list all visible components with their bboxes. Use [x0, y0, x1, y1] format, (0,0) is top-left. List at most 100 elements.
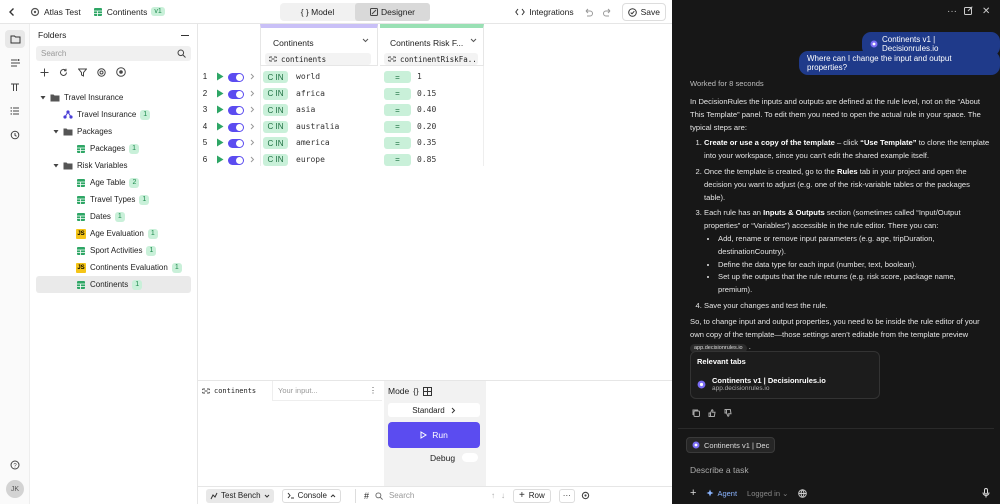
condition-value[interactable]: europe	[296, 155, 325, 164]
target-icon[interactable]	[97, 67, 106, 77]
filter-icon[interactable]	[78, 68, 87, 77]
test-bench-toggle[interactable]: Test Bench	[206, 488, 274, 503]
agent-mode-button[interactable]: Agent	[706, 489, 737, 498]
undo-icon[interactable]	[584, 8, 593, 17]
play-icon[interactable]	[216, 72, 224, 81]
table-mode-icon[interactable]	[422, 386, 432, 396]
table-row[interactable]: 2 C IN africa = 0.15	[198, 87, 672, 101]
play-icon[interactable]	[216, 155, 224, 164]
breadcrumb-doc[interactable]: Continents v1	[87, 7, 171, 17]
expand-all-icon[interactable]	[40, 68, 49, 77]
condition-value[interactable]: australia	[296, 122, 339, 131]
play-icon[interactable]	[216, 138, 224, 147]
thumbs-down-icon[interactable]	[724, 409, 732, 417]
tree-item[interactable]: JS Continents Evaluation 1	[30, 259, 197, 276]
condition-operator[interactable]: C IN	[263, 71, 288, 83]
history-icon[interactable]	[5, 126, 25, 144]
flow-icon[interactable]	[5, 54, 25, 72]
tree-item[interactable]: Travel Types 1	[30, 191, 197, 208]
task-input[interactable]: Describe a task	[690, 465, 749, 475]
output-column-header[interactable]: Continents Risk F... continentRiskFa...	[380, 24, 484, 66]
more-horizontal-icon[interactable]: ···	[947, 6, 957, 17]
table-row[interactable]: 5 C IN america = 0.35	[198, 136, 672, 150]
chevron-down-icon[interactable]	[53, 163, 59, 168]
run-button[interactable]: Run	[388, 422, 480, 448]
relevant-tab-item[interactable]: Continents v1 | Decisionrules.io app.dec…	[697, 376, 826, 392]
tab-model[interactable]: { } Model	[280, 3, 355, 21]
tree-item[interactable]: Packages	[30, 123, 197, 140]
rule-toggle[interactable]	[228, 89, 244, 99]
debug-toggle[interactable]	[462, 453, 478, 462]
condition-operator[interactable]: C IN	[263, 153, 288, 166]
refresh-icon[interactable]	[59, 68, 68, 77]
table-row[interactable]: 6 C IN europe = 0.85	[198, 153, 672, 167]
add-circle-icon[interactable]	[116, 67, 126, 77]
tree-item[interactable]: Age Table 2	[30, 174, 197, 191]
table-row[interactable]: 1 C IN world = 1	[198, 70, 672, 84]
output-operator[interactable]: =	[384, 137, 411, 149]
tree-item[interactable]: Sport Activities 1	[30, 242, 197, 259]
condition-value[interactable]: asia	[296, 105, 315, 114]
rule-toggle[interactable]	[228, 106, 244, 115]
redo-icon[interactable]	[602, 8, 612, 17]
output-attribute-chip[interactable]: continentRiskFa...	[384, 53, 478, 65]
logged-in-select[interactable]: Logged in ⌄	[747, 489, 788, 498]
condition-value[interactable]: america	[296, 138, 330, 147]
condition-operator[interactable]: C IN	[263, 120, 288, 133]
output-operator[interactable]: =	[384, 87, 411, 100]
arrow-down-icon[interactable]: ↓	[501, 491, 505, 500]
plus-icon[interactable]: +	[690, 487, 696, 499]
output-value[interactable]: 1	[417, 72, 422, 81]
list-icon[interactable]	[5, 102, 25, 120]
output-operator[interactable]: =	[384, 153, 411, 166]
tree-item[interactable]: Dates 1	[30, 208, 197, 225]
condition-value[interactable]: world	[296, 72, 320, 81]
pi-icon[interactable]	[5, 78, 25, 96]
microphone-icon[interactable]	[982, 488, 990, 498]
chevron-down-icon[interactable]	[362, 38, 369, 43]
back-icon[interactable]	[0, 0, 24, 24]
close-icon[interactable]: ✕	[982, 6, 990, 17]
play-icon[interactable]	[216, 89, 224, 98]
rule-toggle[interactable]	[228, 139, 244, 148]
help-icon[interactable]: ?	[5, 456, 25, 474]
chevron-down-icon[interactable]	[470, 38, 477, 43]
breadcrumb-project[interactable]: Atlas Test	[24, 7, 87, 17]
chevron-right-icon[interactable]	[250, 106, 255, 113]
tree-item[interactable]: Travel Insurance 1	[30, 106, 197, 123]
context-chip[interactable]: Continents v1 | Dec	[686, 437, 776, 453]
copy-icon[interactable]	[692, 409, 700, 417]
input-column-header[interactable]: Continents continents	[260, 24, 378, 66]
chevron-down-icon[interactable]	[40, 95, 46, 100]
output-value[interactable]: 0.35	[417, 138, 436, 147]
folder-icon[interactable]	[5, 30, 25, 48]
condition-operator[interactable]: C IN	[263, 104, 288, 116]
thumbs-up-icon[interactable]	[708, 409, 716, 417]
mode-select[interactable]: Standard	[388, 403, 480, 417]
play-icon[interactable]	[216, 122, 224, 131]
condition-operator[interactable]: C IN	[263, 87, 288, 100]
chevron-down-icon[interactable]	[53, 129, 59, 134]
output-value[interactable]: 0.85	[417, 155, 436, 164]
search-input[interactable]: Search	[36, 46, 191, 61]
output-operator[interactable]: =	[384, 71, 411, 83]
chevron-right-icon[interactable]	[250, 123, 255, 130]
input-attribute-chip[interactable]: continents	[265, 53, 371, 65]
chevron-right-icon[interactable]	[250, 90, 255, 97]
json-mode-icon[interactable]: {}	[413, 387, 418, 396]
condition-operator[interactable]: C IN	[263, 137, 288, 149]
tree-item[interactable]: JS Age Evaluation 1	[30, 225, 197, 242]
more-options-button[interactable]: ···	[558, 488, 575, 503]
play-icon[interactable]	[216, 105, 224, 114]
avatar[interactable]: JK	[6, 480, 24, 498]
output-operator[interactable]: =	[384, 120, 411, 133]
condition-value[interactable]: africa	[296, 89, 325, 98]
chevron-right-icon[interactable]	[250, 139, 255, 146]
tree-item[interactable]: Continents 1	[36, 276, 191, 293]
chevron-right-icon[interactable]	[250, 73, 255, 80]
output-value[interactable]: 0.40	[417, 105, 436, 114]
arrow-up-icon[interactable]: ↑	[491, 491, 495, 500]
tree-item[interactable]: Risk Variables	[30, 157, 197, 174]
console-toggle[interactable]: Console	[281, 488, 341, 503]
new-chat-icon[interactable]	[964, 6, 973, 15]
